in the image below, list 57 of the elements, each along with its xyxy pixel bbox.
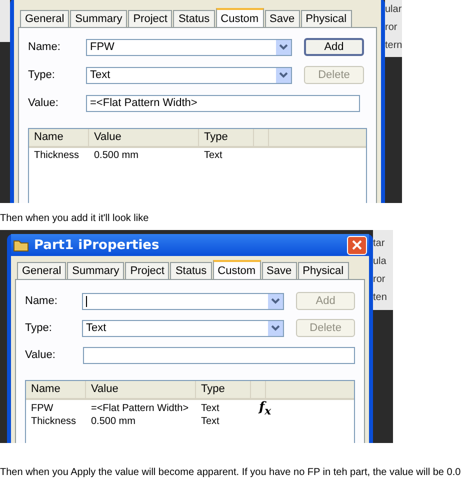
column-header[interactable]: Name: [26, 381, 86, 398]
background-text: ten: [373, 292, 388, 303]
caption-text: Then when you add it it'll look like: [0, 213, 150, 224]
tab[interactable]: Custom: [212, 260, 261, 279]
field-label: Type:: [25, 322, 53, 334]
column-header[interactable]: Type: [199, 129, 254, 146]
field-label: Name:: [25, 295, 58, 307]
tab[interactable]: Save: [264, 10, 300, 27]
column-header[interactable]: Value: [86, 381, 196, 398]
background-text: ror: [385, 22, 398, 33]
background-window: [0, 0, 10, 42]
tab[interactable]: Summary: [67, 262, 124, 279]
tab[interactable]: Project: [125, 262, 170, 279]
column-header[interactable]: Value: [89, 129, 199, 146]
input-field[interactable]: =<Flat Pattern Width>: [86, 94, 360, 112]
tab[interactable]: Save: [262, 262, 297, 279]
window-title: Part1 iProperties: [34, 238, 160, 252]
table-cell-text: =<Flat Pattern Width>: [90, 403, 190, 414]
field-label: Value:: [28, 97, 60, 109]
tab[interactable]: Project: [128, 10, 172, 27]
combo-box[interactable]: [82, 292, 284, 310]
input-field[interactable]: [82, 346, 355, 364]
tab[interactable]: Status: [173, 10, 215, 27]
column-header[interactable]: Type: [196, 381, 251, 398]
tab[interactable]: Physical: [298, 262, 349, 279]
close-button[interactable]: [347, 236, 367, 254]
table-cell-text: Text: [203, 150, 224, 160]
formula-mark: f$_{x}$: [257, 400, 272, 418]
tab[interactable]: Custom: [216, 8, 264, 27]
tab[interactable]: General: [20, 10, 70, 27]
close-icon: [352, 240, 362, 250]
action-button[interactable]: Add: [304, 38, 364, 56]
tab[interactable]: Summary: [70, 10, 128, 27]
combo-box[interactable]: Text: [82, 320, 284, 336]
background-text: ula: [373, 256, 388, 267]
table-cell-text: 0.500 mm: [90, 416, 136, 426]
table-cell-text: Thickness: [33, 150, 80, 160]
table-cell-text: Text: [200, 416, 220, 426]
background-text: ror: [373, 274, 386, 285]
column-header[interactable]: Name: [29, 129, 89, 146]
background-text: ular: [385, 4, 402, 15]
combo-box[interactable]: FPW: [86, 38, 292, 56]
background-text: tar: [373, 238, 386, 249]
table-cell-text: Text: [200, 403, 220, 414]
tab[interactable]: General: [17, 262, 66, 279]
field-label: Value:: [25, 349, 56, 361]
caption-text: Then when you Apply the value will become apparent. If you have no FP in teh part, the value will be 0.0: [0, 467, 462, 478]
table-cell-text: FPW: [30, 403, 54, 414]
field-label: Name:: [28, 41, 62, 53]
background-text: tern: [385, 40, 402, 51]
tab[interactable]: Status: [170, 262, 212, 279]
table-cell-text: Thickness: [30, 416, 78, 426]
tab[interactable]: Physical: [300, 10, 352, 27]
combo-box[interactable]: Text: [86, 66, 292, 84]
folder-icon: [13, 238, 29, 252]
field-label: Type:: [28, 69, 56, 81]
table-cell-text: 0.500 mm: [93, 150, 140, 160]
